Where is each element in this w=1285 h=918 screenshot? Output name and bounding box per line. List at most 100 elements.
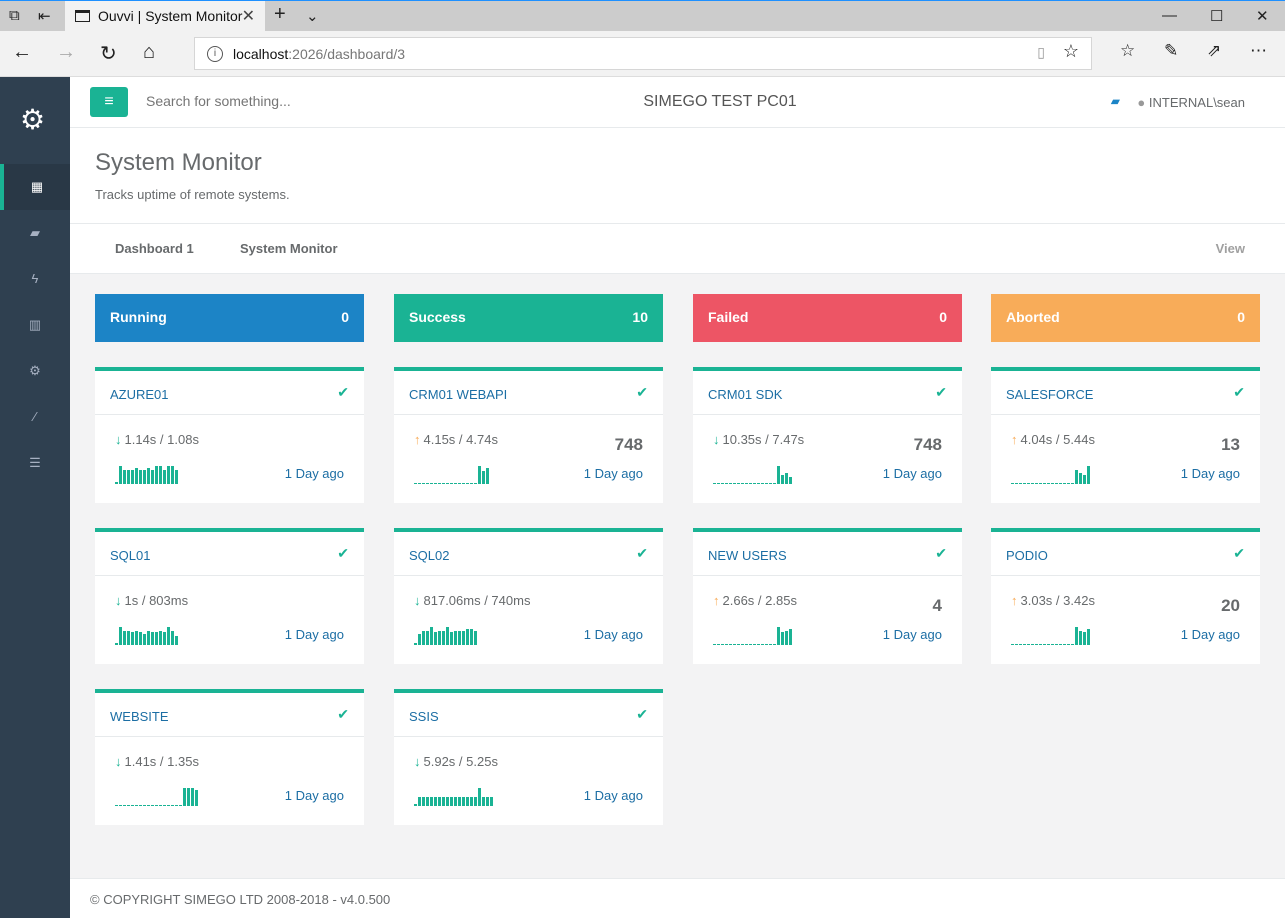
sparkline-bar [1063, 644, 1066, 645]
status-failed[interactable]: Failed 0 [693, 294, 962, 342]
chevron-down-icon[interactable]: ⌄ [306, 7, 319, 25]
maximize-icon[interactable]: ☐ [1210, 7, 1223, 25]
sidebar-item-wizard[interactable]: ⁄ [0, 394, 70, 440]
arrow-down-icon: ↓ [713, 432, 720, 447]
run-count: 748 [614, 435, 643, 454]
timing-value: 2.66s / 2.85s [722, 593, 797, 608]
card-title[interactable]: NEW USERS [708, 548, 787, 563]
status-running[interactable]: Running 0 [95, 294, 364, 342]
book-icon[interactable]: ▰ [1111, 94, 1120, 108]
sparkline-bar [430, 483, 433, 484]
sparkline-bar [139, 805, 142, 806]
monitor-card[interactable]: PODIO ✔ ↑ 3.03s / 3.42s 20 1 Day ago [991, 528, 1260, 664]
tab-manager-icon[interactable]: ⧉ [9, 7, 20, 24]
sparkline-bar [434, 632, 437, 645]
close-tab-icon[interactable]: ✕ [242, 6, 255, 26]
monitor-card[interactable]: SSIS ✔ ↓ 5.92s / 5.25s 1 Day ago [394, 689, 663, 825]
sparkline-bar [422, 483, 425, 484]
tab-dashboard-1[interactable]: Dashboard 1 [115, 241, 194, 256]
check-icon: ✔ [636, 706, 648, 722]
card-title[interactable]: AZURE01 [110, 387, 169, 402]
sidebar-item-triggers[interactable]: ϟ [0, 256, 70, 302]
back-icon[interactable]: ← [12, 41, 32, 64]
timing: ↓ 5.92s / 5.25s [414, 754, 498, 769]
sparkline-bar [454, 483, 457, 484]
sparkline-bar [143, 805, 146, 806]
sparkline-bar [773, 644, 776, 645]
sidebar-item-projects[interactable]: ▰ [0, 210, 70, 256]
info-icon[interactable]: i [207, 46, 223, 62]
home-icon[interactable]: ⌂ [143, 41, 155, 64]
view-link[interactable]: View [1216, 241, 1245, 256]
sparkline-bar [1055, 644, 1058, 645]
card-title[interactable]: SSIS [409, 709, 439, 724]
monitor-card[interactable]: SQL01 ✔ ↓ 1s / 803ms 1 Day ago [95, 528, 364, 664]
close-window-icon[interactable]: ✕ [1256, 7, 1269, 25]
check-icon: ✔ [636, 545, 648, 561]
sparkline-bar [765, 483, 768, 484]
set-aside-tabs-icon[interactable]: ⇤ [38, 7, 51, 25]
card-title[interactable]: CRM01 SDK [708, 387, 782, 402]
more-icon[interactable]: ⋯ [1250, 41, 1267, 61]
sparkline-bar [745, 483, 748, 484]
sparkline-bar [175, 636, 178, 645]
check-icon: ✔ [337, 706, 349, 722]
card-title[interactable]: SALESFORCE [1006, 387, 1093, 402]
url-field[interactable]: i localhost:2026/dashboard/3 ▯ ☆ [194, 37, 1092, 70]
refresh-icon[interactable]: ↻ [100, 41, 117, 66]
monitor-card[interactable]: WEBSITE ✔ ↓ 1.41s / 1.35s 1 Day ago [95, 689, 364, 825]
browser-tab[interactable]: Ouvvi | System Monitor ✕ [65, 1, 265, 32]
run-count: 4 [932, 596, 942, 615]
sparkline-bar [761, 644, 764, 645]
sparkline [414, 786, 494, 806]
sparkline [713, 464, 793, 484]
sparkline-bar [781, 632, 784, 645]
minimize-icon[interactable]: — [1162, 7, 1177, 24]
status-success[interactable]: Success 10 [394, 294, 663, 342]
tab-system-monitor[interactable]: System Monitor [240, 241, 338, 256]
check-icon: ✔ [1233, 384, 1245, 400]
arrow-up-icon: ↑ [1011, 432, 1018, 447]
card-title[interactable]: PODIO [1006, 548, 1048, 563]
share-icon[interactable]: ⇗ [1207, 41, 1221, 61]
sparkline-bar [470, 483, 473, 484]
sparkline-bar [1083, 475, 1086, 484]
sparkline-bar [1047, 644, 1050, 645]
run-count: 748 [913, 435, 942, 454]
monitor-card[interactable]: AZURE01 ✔ ↓ 1.14s / 1.08s 1 Day ago [95, 367, 364, 503]
sparkline [115, 464, 179, 484]
monitor-card[interactable]: SALESFORCE ✔ ↑ 4.04s / 5.44s 13 1 Day ago [991, 367, 1260, 503]
monitor-card[interactable]: SQL02 ✔ ↓ 817.06ms / 740ms 1 Day ago [394, 528, 663, 664]
card-title[interactable]: CRM01 WEBAPI [409, 387, 507, 402]
sparkline-bar [123, 631, 126, 645]
logo-gear-icon: ⚙ [20, 104, 46, 135]
card-title[interactable]: SQL02 [409, 548, 449, 563]
card-title[interactable]: SQL01 [110, 548, 150, 563]
card-title[interactable]: WEBSITE [110, 709, 169, 724]
status-aborted[interactable]: Aborted 0 [991, 294, 1260, 342]
favorite-star-icon[interactable]: ☆ [1063, 41, 1079, 62]
new-tab-icon[interactable]: + [274, 3, 286, 26]
sidebar-item-reports[interactable]: ▥ [0, 302, 70, 348]
notes-pen-icon[interactable]: ✎ [1164, 41, 1178, 61]
sparkline-bar [418, 634, 421, 645]
monitor-card[interactable]: CRM01 WEBAPI ✔ ↑ 4.15s / 4.74s 748 1 Day a… [394, 367, 663, 503]
sparkline-bar [191, 788, 194, 806]
sidebar-item-dashboard[interactable]: ▦ [0, 164, 70, 210]
sparkline-bar [167, 805, 170, 806]
forward-icon[interactable]: → [56, 41, 76, 64]
sparkline-bar [458, 797, 461, 806]
sparkline-bar [462, 631, 465, 645]
timing: ↓ 1.14s / 1.08s [115, 432, 199, 447]
timing: ↑ 4.04s / 5.44s [1011, 432, 1095, 447]
user-menu[interactable]: ● INTERNAL\sean [1137, 95, 1245, 110]
sparkline-bar [458, 631, 461, 645]
reading-view-icon[interactable]: ▯ [1037, 44, 1045, 61]
sparkline-bar [1031, 644, 1034, 645]
monitor-card[interactable]: CRM01 SDK ✔ ↓ 10.35s / 7.47s 748 1 Day ago [693, 367, 962, 503]
favorites-icon[interactable]: ☆ [1120, 41, 1135, 61]
sidebar-item-settings[interactable]: ⚙ [0, 348, 70, 394]
sparkline-bar [777, 466, 780, 484]
sidebar-item-list[interactable]: ☰ [0, 440, 70, 486]
monitor-card[interactable]: NEW USERS ✔ ↑ 2.66s / 2.85s 4 1 Day ago [693, 528, 962, 664]
